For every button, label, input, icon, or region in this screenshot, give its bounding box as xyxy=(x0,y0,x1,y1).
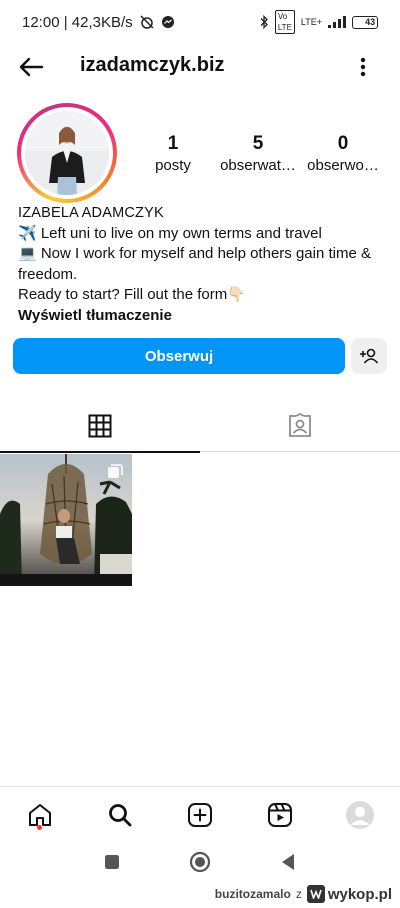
profile-full-name: IZABELA ADAMCZYK xyxy=(18,205,164,221)
arrow-left-icon xyxy=(19,57,44,77)
suggested-users-button[interactable] xyxy=(351,338,387,374)
system-navigation xyxy=(0,842,400,880)
watermark: buzitozamalo z wykop.pl xyxy=(0,880,400,908)
stat-posts[interactable]: 1 posty xyxy=(130,133,216,177)
wykop-logo: wykop.pl xyxy=(306,885,392,903)
tab-active-indicator xyxy=(0,451,200,453)
stat-posts-label: posty xyxy=(155,157,191,174)
create-icon xyxy=(188,803,212,827)
stat-following-value: 0 xyxy=(337,133,349,154)
battery-icon: 43 xyxy=(352,15,378,29)
follow-button[interactable]: Obserwuj xyxy=(13,338,345,374)
profile-bio: IZABELA ADAMCZYK ✈️ Left uni to live on … xyxy=(18,203,388,326)
alarm-off-icon xyxy=(140,15,154,29)
stat-followers-value: 5 xyxy=(252,133,264,154)
stat-following[interactable]: 0 obserwo… xyxy=(300,133,386,177)
bluetooth-icon xyxy=(260,15,268,29)
home-system-button[interactable] xyxy=(188,850,212,874)
nav-search[interactable] xyxy=(102,797,138,833)
carousel-icon xyxy=(108,464,123,478)
bio-line-1: ✈️ Left uni to live on my own terms and … xyxy=(18,224,322,242)
reels-icon xyxy=(268,803,292,827)
home-notification-dot xyxy=(37,825,42,830)
profile-avatar[interactable] xyxy=(17,103,117,203)
tab-posts-grid[interactable] xyxy=(0,400,200,453)
back-system-button[interactable] xyxy=(276,850,300,874)
profile-tabs xyxy=(0,400,400,453)
bottom-navigation xyxy=(0,786,400,840)
volte-badge: Vo LTE xyxy=(274,10,295,34)
battery-level: 43 xyxy=(365,17,376,27)
back-button[interactable] xyxy=(14,50,48,84)
stat-followers[interactable]: 5 obserwat… xyxy=(215,133,301,177)
recents-button[interactable] xyxy=(100,850,124,874)
profile-username: izadamczyk.biz xyxy=(80,54,225,76)
profile-header: izadamczyk.biz xyxy=(0,44,400,90)
bio-line-2: 💻 Now I work for myself and help others … xyxy=(18,245,371,283)
square-icon xyxy=(105,855,119,869)
add-person-icon xyxy=(360,348,379,364)
watermark-user: buzitozamalo xyxy=(214,887,291,901)
profile-avatar-icon xyxy=(346,801,374,829)
triangle-back-icon xyxy=(282,854,294,870)
stat-posts-value: 1 xyxy=(167,133,179,154)
status-time-speed: 12:00 | 42,3KB/s xyxy=(22,13,133,31)
bio-line-3: Ready to start? Fill out the form👇🏻 xyxy=(18,286,246,303)
search-icon xyxy=(109,804,132,827)
watermark-z: z xyxy=(295,887,302,901)
circle-icon xyxy=(189,851,211,873)
nav-reels[interactable] xyxy=(262,797,298,833)
tab-tagged[interactable] xyxy=(200,400,400,452)
more-options-button[interactable] xyxy=(348,52,378,82)
messenger-icon xyxy=(161,16,174,28)
nav-create[interactable] xyxy=(182,797,218,833)
network-type: LTE+ xyxy=(300,17,322,27)
profile-photo xyxy=(25,111,109,195)
wykop-logo-icon xyxy=(306,885,325,903)
status-bar: 12:00 | 42,3KB/s Vo LTE LTE+ 43 xyxy=(0,0,400,44)
grid-icon xyxy=(88,414,112,438)
signal-icon xyxy=(328,16,346,28)
stat-following-label: obserwo… xyxy=(307,157,379,174)
tagged-icon xyxy=(289,413,311,437)
see-translation-link[interactable]: Wyświetl tłumaczenie xyxy=(18,306,388,327)
more-vertical-icon xyxy=(360,57,366,77)
watermark-site: wykop.pl xyxy=(327,885,392,903)
nav-profile[interactable] xyxy=(342,797,378,833)
post-thumbnail[interactable] xyxy=(0,454,132,586)
stat-followers-label: obserwat… xyxy=(220,157,296,174)
